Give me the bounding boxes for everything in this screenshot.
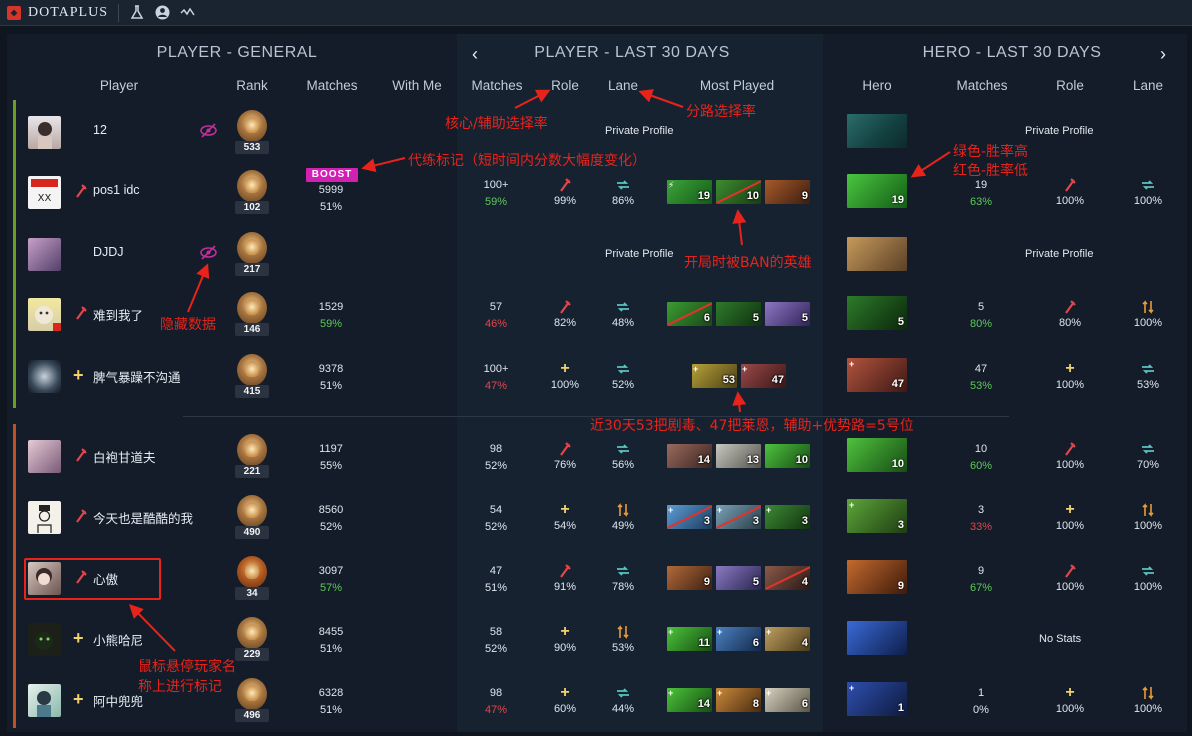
annotation-arrows (129, 89, 951, 652)
